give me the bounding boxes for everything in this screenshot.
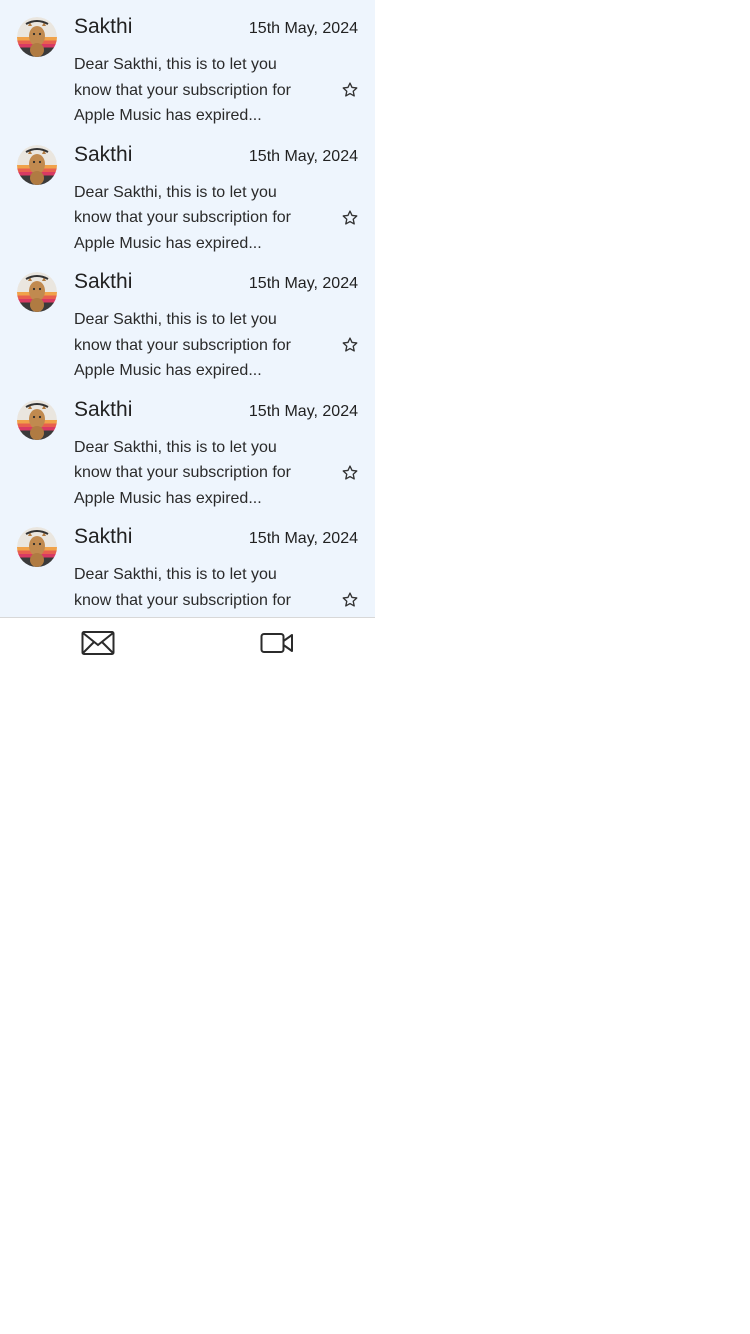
sender-name: Sakthi bbox=[74, 142, 133, 166]
star-icon[interactable] bbox=[341, 81, 359, 99]
mail-icon bbox=[81, 631, 115, 655]
email-preview: Dear Sakthi, this is to let you know tha… bbox=[74, 56, 291, 124]
avatar bbox=[17, 144, 57, 185]
email-list-item[interactable]: Sakthi 15th May, 2024 Dear Sakthi, this … bbox=[0, 255, 375, 383]
email-preview: Dear Sakthi, this is to let you know tha… bbox=[74, 438, 291, 507]
bottom-navigation-bar bbox=[0, 617, 375, 667]
email-list-item[interactable]: Sakthi 15th May, 2024 Dear Sakthi, this … bbox=[0, 0, 375, 128]
mail-app: Sakthi 15th May, 2024 Dear Sakthi, this … bbox=[0, 0, 375, 667]
email-list-item[interactable]: Sakthi 15th May, 2024 Dear Sakthi, this … bbox=[0, 383, 375, 511]
avatar bbox=[17, 399, 57, 440]
star-icon[interactable] bbox=[341, 591, 359, 609]
email-date: 15th May, 2024 bbox=[248, 402, 358, 420]
email-list-item[interactable]: Sakthi 15th May, 2024 Dear Sakthi, this … bbox=[0, 510, 375, 617]
avatar bbox=[17, 272, 57, 312]
email-date: 15th May, 2024 bbox=[248, 530, 358, 547]
email-list-item[interactable]: Sakthi 15th May, 2024 Dear Sakthi, this … bbox=[0, 128, 375, 256]
star-icon[interactable] bbox=[341, 209, 359, 227]
email-date: 15th May, 2024 bbox=[248, 147, 358, 165]
avatar bbox=[17, 527, 57, 567]
avatar bbox=[17, 17, 57, 57]
email-date: 15th May, 2024 bbox=[248, 20, 358, 37]
sender-name: Sakthi bbox=[74, 15, 133, 38]
sender-name: Sakthi bbox=[74, 270, 133, 293]
video-tab-button[interactable] bbox=[253, 626, 301, 660]
star-icon[interactable] bbox=[341, 336, 359, 354]
star-icon[interactable] bbox=[341, 464, 359, 482]
sender-name: Sakthi bbox=[74, 525, 133, 548]
sender-name: Sakthi bbox=[74, 397, 133, 421]
email-date: 15th May, 2024 bbox=[248, 275, 358, 292]
mail-tab-button[interactable] bbox=[74, 626, 122, 660]
email-preview: Dear Sakthi, this is to let you know tha… bbox=[74, 183, 291, 252]
email-preview: Dear Sakthi, this is to let you know tha… bbox=[74, 311, 291, 379]
video-camera-icon bbox=[260, 633, 293, 653]
email-preview: Dear Sakthi, this is to let you know tha… bbox=[74, 566, 291, 609]
email-list[interactable]: Sakthi 15th May, 2024 Dear Sakthi, this … bbox=[0, 0, 375, 617]
